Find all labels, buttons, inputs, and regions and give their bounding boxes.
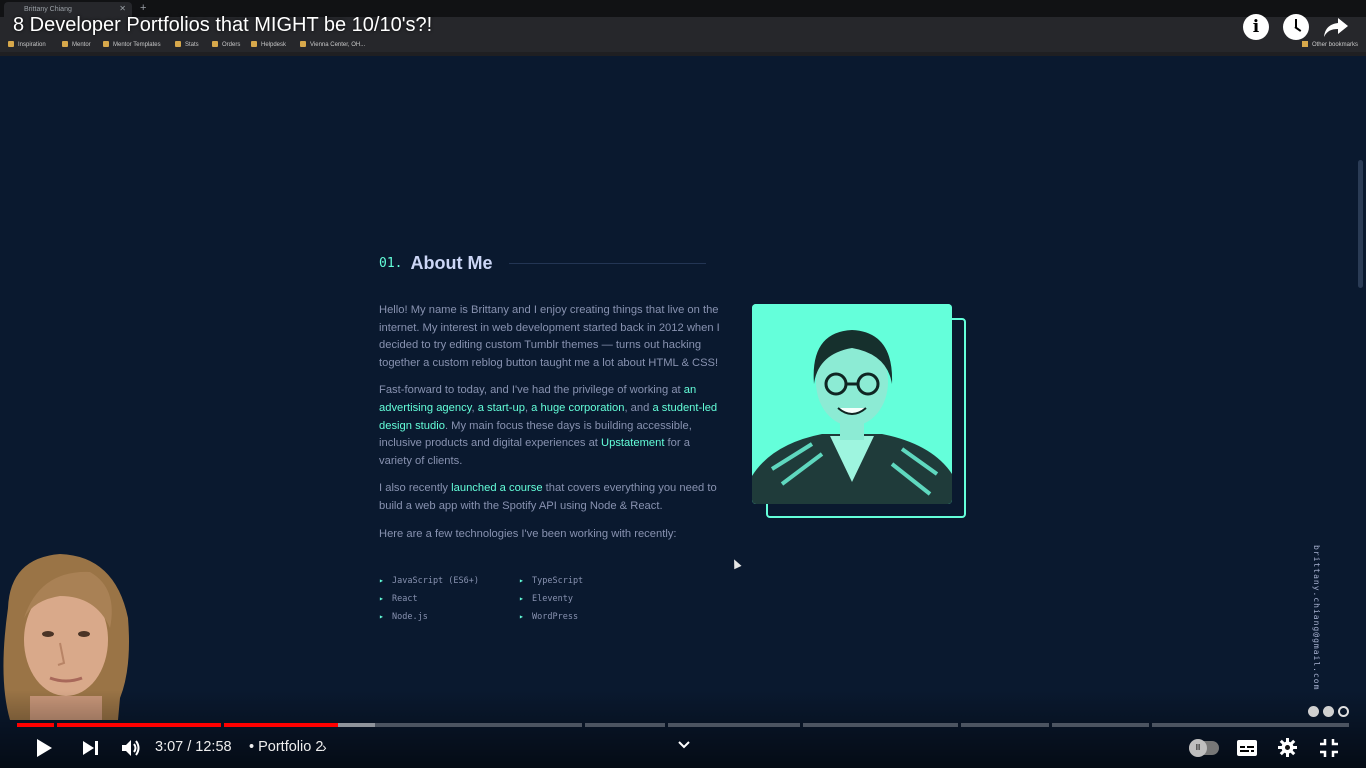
list-item: Eleventy [519, 593, 659, 605]
browser-tab-title: Brittany Chiang [24, 6, 72, 13]
heading-divider [509, 263, 706, 264]
close-icon: ✕ [119, 4, 126, 13]
list-item: Node.js [379, 611, 519, 623]
bookmark-item: Vienna Center, OH... [300, 41, 365, 48]
section-title: About Me [410, 252, 493, 273]
watch-later-icon[interactable] [1283, 14, 1309, 40]
chevron-down-icon[interactable] [677, 738, 691, 750]
bookmark-item: Inspiration [8, 41, 46, 48]
email-link[interactable]: brittany.chiang@gmail.com [1312, 545, 1321, 690]
list-item: JavaScript (ES6+) [379, 575, 519, 587]
link-course[interactable]: launched a course [451, 482, 542, 494]
about-text: Hello! My name is Brittany and I enjoy c… [379, 302, 724, 553]
pause-icon: II [1189, 739, 1207, 757]
about-paragraph-4: Here are a few technologies I've been wo… [379, 527, 677, 540]
list-item: React [379, 593, 519, 605]
mouse-cursor-icon [730, 557, 742, 570]
profile-photo [752, 304, 952, 504]
bookmark-item: Helpdesk [251, 41, 286, 48]
list-item: WordPress [519, 611, 659, 623]
controls-gradient [0, 690, 1366, 768]
link-huge-corporation[interactable]: a huge corporation [531, 402, 624, 414]
link-start-up[interactable]: a start-up [478, 402, 525, 414]
about-paragraph-1: Hello! My name is Brittany and I enjoy c… [379, 304, 720, 369]
section-heading: 01. About Me [379, 252, 492, 274]
next-button[interactable] [82, 740, 100, 756]
dot-icon [1323, 706, 1334, 717]
chapter-title[interactable]: • Portfolio 2 [249, 739, 323, 755]
gear-icon[interactable] [1278, 738, 1297, 757]
page-scrollbar[interactable] [1358, 160, 1363, 288]
about-paragraph-2: Fast-forward to today, and I've had the … [379, 384, 718, 467]
plus-icon: + [140, 2, 147, 14]
bookmark-item: Stats [175, 41, 199, 48]
link-upstatement[interactable]: Upstatement [601, 437, 664, 449]
about-paragraph-3: I also recently launched a course that c… [379, 482, 717, 512]
time-display: 3:07 / 12:58 [155, 739, 232, 755]
chevron-right-icon[interactable]: › [322, 739, 327, 755]
subtitles-icon[interactable] [1237, 740, 1257, 756]
progress-bar[interactable] [17, 723, 1349, 727]
info-icon[interactable]: i [1243, 14, 1269, 40]
other-bookmarks: Other bookmarks [1302, 41, 1358, 48]
share-icon[interactable] [1323, 14, 1349, 40]
video-title[interactable]: 8 Developer Portfolios that MIGHT be 10/… [13, 14, 432, 37]
volume-icon[interactable] [121, 739, 141, 757]
more-dots-indicator [1308, 706, 1349, 717]
section-number: 01. [379, 255, 403, 271]
bookmark-item: Mentor [62, 41, 91, 48]
dot-icon [1308, 706, 1319, 717]
bookmarks-bar: Inspiration Mentor Mentor Templates Stat… [0, 38, 1366, 52]
exit-fullscreen-icon[interactable] [1319, 738, 1339, 758]
profile-photo-frame[interactable] [752, 304, 966, 518]
dot-icon [1338, 706, 1349, 717]
bookmark-item: Mentor Templates [103, 41, 161, 48]
technology-list: JavaScript (ES6+) TypeScript React Eleve… [379, 575, 679, 623]
bookmark-item: Orders [212, 41, 240, 48]
list-item: TypeScript [519, 575, 659, 587]
autoplay-toggle[interactable]: II [1189, 739, 1219, 757]
play-button[interactable] [35, 738, 53, 758]
